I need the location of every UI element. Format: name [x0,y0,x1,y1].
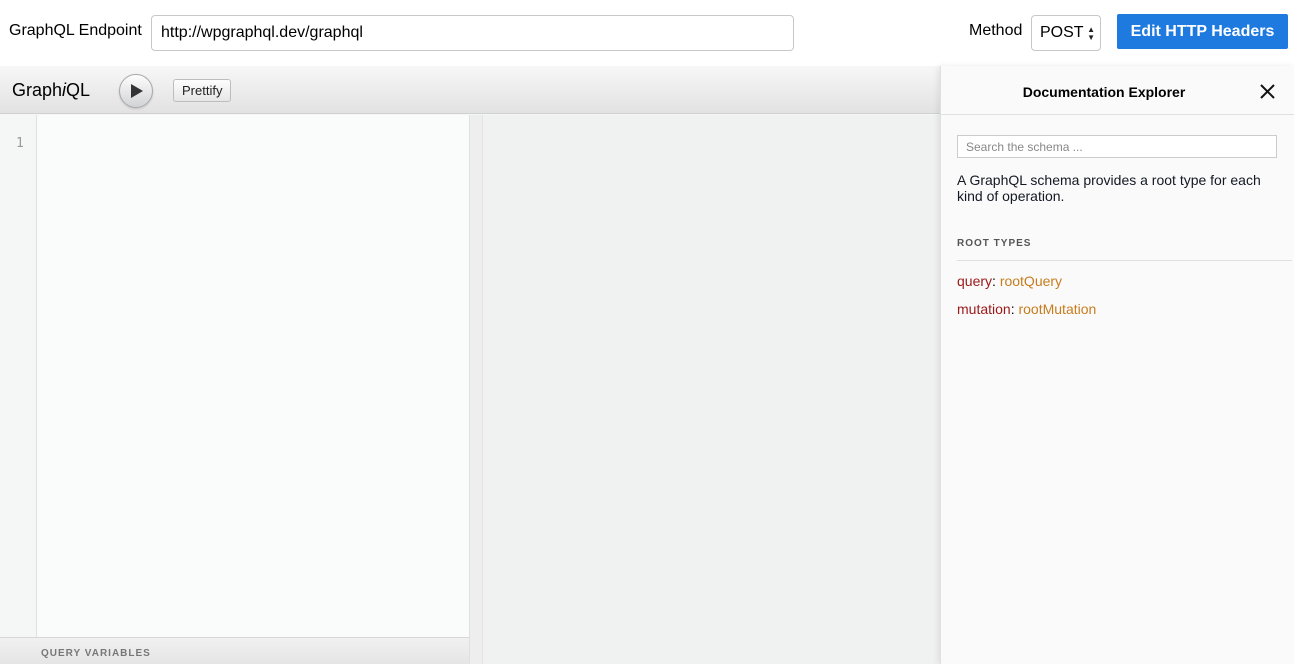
run-query-button[interactable] [119,74,153,108]
endpoint-input[interactable] [151,15,794,51]
root-type-mutation: mutation: rootMutation [957,301,1097,317]
divider [957,260,1292,261]
play-icon [131,84,143,98]
query-variables-title: QUERY VARIABLES [41,648,151,659]
graphiql-logo: GraphiQL [12,80,91,100]
docs-header: Documentation Explorer [941,66,1294,115]
edit-http-headers-button[interactable]: Edit HTTP Headers [1117,14,1288,49]
chevron-updown-icon: ▲ ▼ [1087,25,1095,42]
field-name-mutation: mutation [957,301,1011,317]
method-label: Method [969,22,1023,39]
top-bar: GraphQL Endpoint Method POST ▲▼ Edit HTT… [0,0,1294,66]
field-name-query: query [957,273,993,289]
query-variables-bar[interactable]: QUERY VARIABLES [0,637,469,664]
prettify-button[interactable]: Prettify [173,79,232,102]
type-link-rootQuery[interactable]: rootQuery [1000,273,1062,289]
root-type-query: query: rootQuery [957,273,1063,289]
docs-description: A GraphQL schema provides a root type fo… [957,172,1261,204]
graphiql-app: GraphiQL Prettify 1 QUERY VARIABLES [0,66,940,664]
result-pane[interactable] [483,115,940,664]
graphiql-toolbar: GraphiQL Prettify [0,66,940,114]
documentation-explorer: Documentation Explorer A GraphQL schema … [940,66,1294,664]
query-editor[interactable]: 1 QUERY VARIABLES [0,115,470,664]
line-number: 1 [16,136,24,151]
schema-search-input[interactable] [957,135,1277,158]
docs-title: Documentation Explorer [1022,84,1186,100]
method-select[interactable]: POST ▲ ▼ [1031,15,1101,51]
endpoint-label: GraphQL Endpoint [9,22,142,39]
method-value: POST [1040,24,1084,41]
root-types-title: ROOT TYPES [957,238,1032,249]
line-gutter: 1 [0,115,37,637]
editor-divider[interactable] [469,115,483,664]
type-link-rootMutation[interactable]: rootMutation [1018,301,1096,317]
close-icon[interactable] [1259,83,1276,100]
